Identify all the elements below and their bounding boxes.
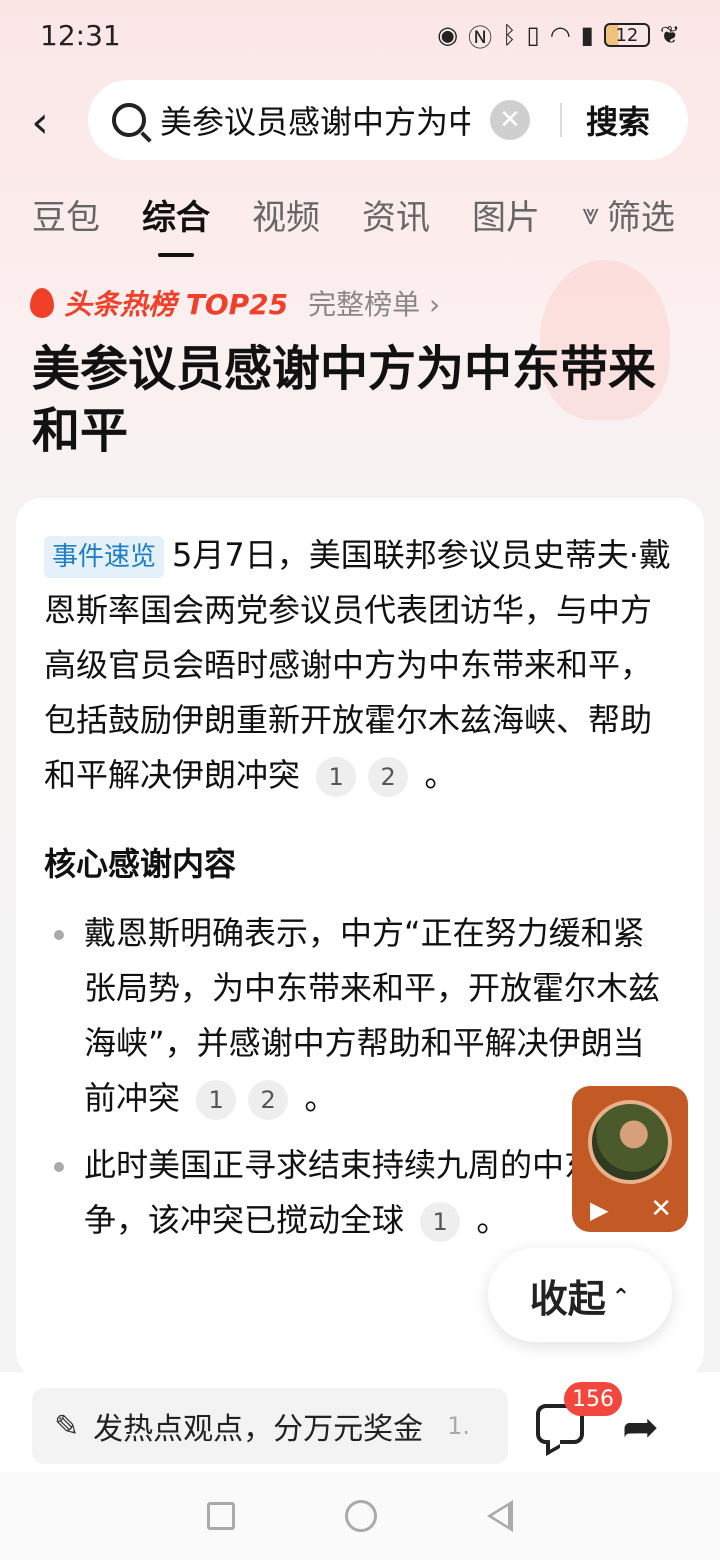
recent-apps-icon[interactable]	[207, 1502, 235, 1530]
flame-icon	[30, 288, 54, 318]
nfc-icon: Ⓝ	[468, 23, 493, 52]
event-tag[interactable]: 事件速览	[44, 536, 165, 578]
bullet-text: 此时美国正寻求结束持续九周的中东战争，该冲突已搅动全球	[84, 1146, 629, 1239]
tab-filter[interactable]: ⩔ 筛选	[582, 186, 675, 239]
tab-news[interactable]: 资讯	[362, 186, 430, 239]
system-nav-bar	[0, 1472, 720, 1560]
comment-placeholder: 发热点观点，分万元奖金	[93, 1412, 424, 1447]
back-button[interactable]: ‹	[0, 80, 80, 164]
reference-badge[interactable]: 1	[420, 1202, 461, 1242]
tab-doubao[interactable]: 豆包	[32, 186, 100, 239]
comment-input[interactable]: ✎ 发热点观点，分万元奖金 1.	[32, 1388, 508, 1464]
summary-card: 事件速览 5月7日，美国联邦参议员史蒂夫·戴恩斯率国会两党参议员代表团访华，与中方…	[16, 498, 704, 1378]
collapse-label: 收起	[529, 1276, 606, 1321]
chevron-left-icon: ‹	[31, 96, 49, 148]
pen-icon: ✎	[54, 1408, 80, 1444]
search-divider	[560, 103, 562, 137]
tab-video[interactable]: 视频	[252, 186, 320, 239]
search-icon	[112, 103, 146, 137]
section-title: 核心感谢内容	[44, 845, 237, 883]
eye-icon: ◉	[437, 21, 459, 49]
reference-badge[interactable]: 1	[196, 1080, 237, 1120]
tab-general[interactable]: 综合	[142, 186, 210, 239]
bluetooth-icon: ᛒ	[502, 21, 517, 49]
summary-paragraph: 事件速览 5月7日，美国联邦参议员史蒂夫·戴恩斯率国会两党参议员代表团访华，与中方…	[44, 528, 676, 803]
status-icons: ◉ Ⓝ ᛒ ▯ ◠ ▮ 12 ❦	[437, 18, 680, 53]
clear-icon[interactable]: ✕	[490, 100, 530, 140]
close-icon[interactable]: ✕	[650, 1194, 672, 1224]
filter-label: 筛选	[606, 198, 675, 238]
reference-badge[interactable]: 2	[248, 1080, 289, 1120]
battery-icon: 12	[603, 23, 650, 47]
search-button[interactable]: 搜索	[586, 97, 650, 143]
battery-level: 12	[615, 24, 639, 46]
status-bar: 12:31 ◉ Ⓝ ᛒ ▯ ◠ ▮ 12 ❦	[0, 0, 720, 70]
full-list-link[interactable]: 完整榜单 ›	[308, 283, 440, 323]
share-icon[interactable]: ➦	[622, 1402, 659, 1453]
comment-placeholder-more: 1.	[447, 1412, 471, 1440]
chevron-up-icon: ⌃	[611, 1284, 631, 1310]
headline: 美参议员感谢中方为中东带来和平	[32, 341, 657, 459]
home-icon[interactable]	[345, 1500, 377, 1532]
vibrate-icon: ▯	[526, 21, 540, 49]
tab-bar: 豆包 综合 视频 资讯 图片 ⩔ 筛选	[32, 186, 690, 256]
hot-list-label: 头条热榜 TOP25	[64, 288, 289, 321]
floating-video-player[interactable]: ▶ ✕	[572, 1086, 688, 1232]
bottom-bar: ✎ 发热点观点，分万元奖金 1. 156 ➦	[0, 1372, 720, 1472]
search-row: ‹ 美参议员感谢中方为中东带来和平 ✕ 搜索	[0, 80, 720, 164]
status-time: 12:31	[40, 18, 121, 52]
comment-count-badge: 156	[564, 1382, 622, 1416]
play-icon[interactable]: ▶	[590, 1196, 608, 1224]
alert-icon: ▮	[580, 21, 594, 49]
reference-badge[interactable]: 1	[316, 757, 357, 797]
tab-images[interactable]: 图片	[472, 186, 540, 239]
wifi-icon: ◠	[549, 21, 571, 49]
search-input[interactable]: 美参议员感谢中方为中东带来和平	[160, 97, 470, 143]
reference-badge[interactable]: 2	[368, 757, 409, 797]
collapse-button[interactable]: 收起 ⌃	[488, 1248, 672, 1342]
video-thumbnail	[588, 1100, 672, 1184]
search-box[interactable]: 美参议员感谢中方为中东带来和平 ✕ 搜索	[88, 80, 688, 160]
hot-list-row[interactable]: 头条热榜 TOP25 完整榜单 ›	[30, 283, 440, 323]
filter-icon: ⩔	[582, 197, 599, 232]
leaf-icon: ❦	[659, 21, 680, 49]
back-triangle-icon[interactable]	[487, 1500, 513, 1532]
bullet-text: 戴恩斯明确表示，中方“正在努力缓和紧张局势，为中东带来和平，开放霍尔木兹海峡”，…	[84, 914, 661, 1117]
